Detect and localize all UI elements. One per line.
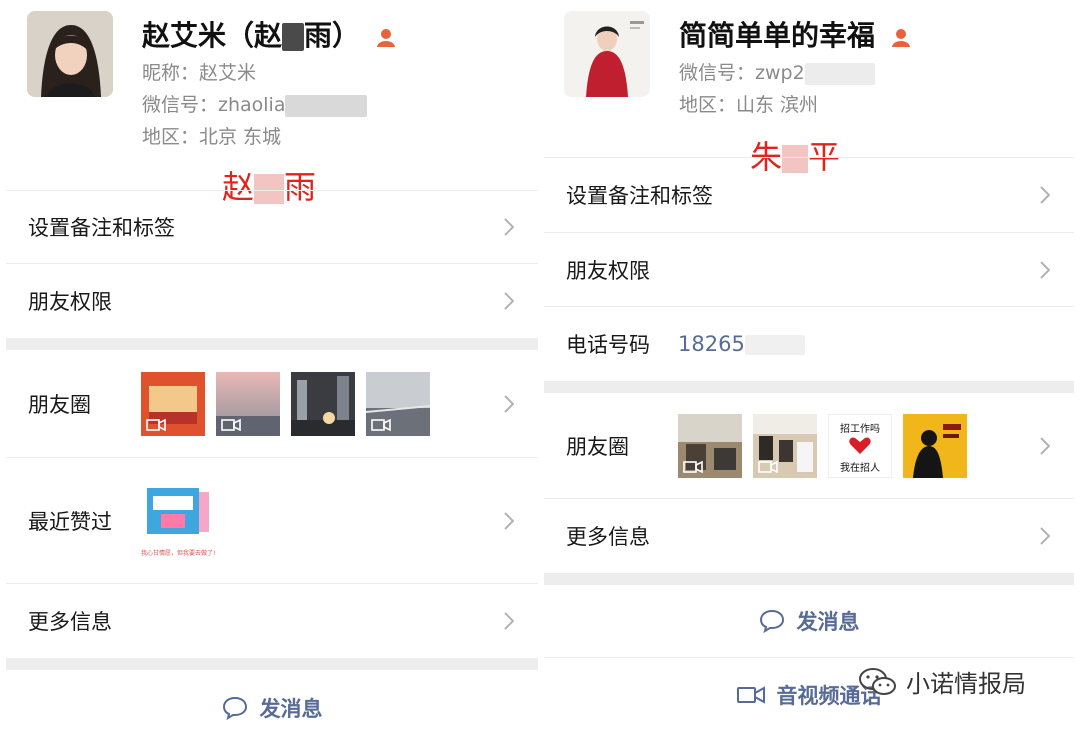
- row-label: 最近赞过: [28, 509, 112, 534]
- row-friend-permission[interactable]: 朋友权限: [6, 264, 538, 338]
- video-camera-icon: [683, 460, 703, 473]
- chevron-right-icon: [1040, 260, 1050, 279]
- heart-icon: [849, 437, 871, 454]
- row-label: 更多信息: [566, 525, 650, 549]
- moments-thumbnails: [141, 371, 430, 436]
- chevron-right-icon: [504, 394, 514, 413]
- profile-avatar[interactable]: [564, 11, 650, 97]
- left-profile-card: 赵艾米（赵 雨） 昵称：赵艾米 微信号：zhaolia 地区：北京 东城 赵雨 设…: [6, 0, 538, 730]
- chevron-right-icon: [504, 612, 514, 630]
- section-gap: [544, 381, 1074, 393]
- wechat-id-text: 微信号：zwp2: [679, 62, 805, 84]
- section-gap: [6, 658, 538, 670]
- row-remark-tags[interactable]: 设置备注和标签: [544, 157, 1074, 233]
- chevron-right-icon: [1040, 436, 1050, 455]
- contact-name: 简简单单的幸福: [679, 14, 911, 54]
- row-friend-permission[interactable]: 朋友权限: [544, 233, 1074, 307]
- row-recently-liked[interactable]: 最近赞过 我心甘情愿，但我要去做了!: [6, 458, 538, 584]
- chevron-right-icon: [1040, 527, 1050, 545]
- contact-name-part1: 赵艾米（赵: [142, 19, 283, 52]
- video-camera-icon: [736, 686, 765, 704]
- right-profile-card: 简简单单的幸福 微信号：zwp2 地区：山东 滨州 朱平 设置备注和标签 朋友权…: [544, 0, 1074, 730]
- liked-post-caption: 我心甘情愿，但我要去做了!: [141, 550, 216, 557]
- chat-bubble-icon: [759, 609, 784, 633]
- send-message-label: 发消息: [259, 697, 323, 721]
- row-remark-tags[interactable]: 设置备注和标签: [6, 190, 538, 264]
- region-line: 地区：北京 东城: [142, 126, 282, 148]
- divider: [544, 657, 1074, 658]
- moments-thumbnail[interactable]: [366, 371, 430, 436]
- wechat-logo-icon: [859, 667, 896, 695]
- contact-name-text: 简简单单的幸福: [679, 19, 876, 52]
- video-camera-icon: [221, 418, 241, 431]
- phone-number-value[interactable]: 18265: [678, 332, 805, 356]
- redaction-block: [804, 62, 875, 85]
- moments-thumbnail[interactable]: [216, 371, 280, 436]
- chat-bubble-icon: [222, 696, 247, 720]
- section-gap: [544, 573, 1074, 585]
- moments-thumbnails: 招工作吗 我在招人: [678, 413, 967, 478]
- contact-name: 赵艾米（赵 雨）: [142, 14, 396, 54]
- contact-name-part2: 雨）: [304, 19, 361, 52]
- row-more-info[interactable]: 更多信息: [544, 499, 1074, 573]
- profile-avatar[interactable]: [27, 11, 113, 97]
- wechat-id-line: 微信号：zwp2: [679, 58, 875, 85]
- row-label: 朋友权限: [566, 258, 650, 283]
- row-more-info[interactable]: 更多信息: [6, 584, 538, 658]
- chevron-right-icon: [504, 218, 514, 236]
- nickname-line: 昵称：赵艾米: [142, 62, 257, 84]
- moments-thumbnail[interactable]: [678, 413, 742, 478]
- moments-thumbnail[interactable]: [753, 413, 817, 478]
- watermark-text: 小诺情报局: [906, 670, 1026, 698]
- row-label: 朋友圈: [566, 434, 629, 459]
- poster-top-text: 招工作吗: [840, 423, 880, 435]
- row-label: 朋友圈: [28, 392, 91, 417]
- poster-bottom-text: 我在招人: [840, 462, 880, 474]
- row-moments[interactable]: 朋友圈: [6, 350, 538, 458]
- person-badge-icon: [376, 21, 396, 54]
- row-phone-number[interactable]: 电话号码 18265: [544, 307, 1074, 381]
- video-camera-icon: [146, 418, 166, 431]
- moments-thumbnail[interactable]: [291, 371, 355, 436]
- row-label: 电话号码: [566, 333, 650, 357]
- region-line: 地区：山东 滨州: [679, 94, 819, 116]
- redaction-block: [285, 94, 368, 117]
- row-label: 朋友权限: [28, 290, 112, 314]
- row-label: 设置备注和标签: [28, 216, 175, 240]
- moments-thumbnail[interactable]: 招工作吗 我在招人: [828, 413, 892, 478]
- row-label: 设置备注和标签: [566, 184, 713, 208]
- section-gap: [6, 338, 538, 350]
- chevron-right-icon: [1040, 186, 1050, 204]
- row-label: 更多信息: [28, 610, 112, 634]
- person-badge-icon: [891, 21, 911, 54]
- phone-number-text: 18265: [678, 332, 745, 356]
- watermark: 小诺情报局: [858, 664, 1026, 699]
- moments-thumbnail[interactable]: [903, 413, 967, 478]
- redaction-block: [744, 335, 805, 355]
- chevron-right-icon: [504, 511, 514, 530]
- wechat-id-line: 微信号：zhaolia: [142, 90, 368, 117]
- video-camera-icon: [758, 460, 778, 473]
- wechat-id-text: 微信号：zhaolia: [142, 94, 286, 116]
- video-camera-icon: [371, 418, 391, 431]
- send-message-button[interactable]: 发消息: [544, 602, 1074, 640]
- send-message-button[interactable]: 发消息: [6, 690, 538, 726]
- moments-thumbnail[interactable]: [141, 371, 205, 436]
- liked-post-thumbnail[interactable]: 我心甘情愿，但我要去做了!: [141, 482, 216, 557]
- send-message-label: 发消息: [796, 610, 860, 634]
- row-moments[interactable]: 朋友圈 招工作吗 我在招人: [544, 393, 1074, 499]
- redaction-block: [282, 23, 305, 51]
- chevron-right-icon: [504, 292, 514, 310]
